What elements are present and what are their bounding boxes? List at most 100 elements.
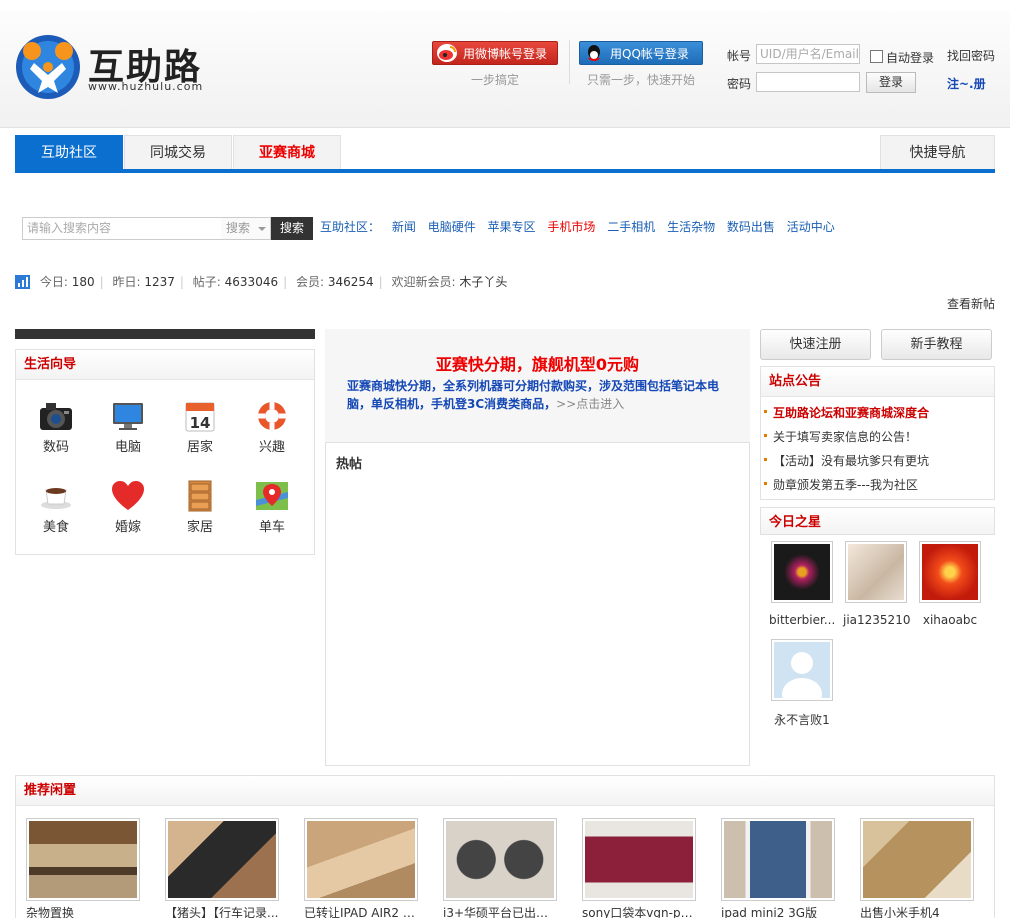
avatar[interactable]: [845, 541, 907, 603]
rec-item-image[interactable]: [165, 818, 279, 901]
main-nav: 互助社区 同城交易 亚赛商城 快捷导航: [15, 135, 995, 173]
rec-item-caption[interactable]: 出售小米手机4: [860, 904, 976, 918]
divider: [569, 40, 570, 84]
rec-item-image[interactable]: [860, 818, 974, 901]
account-input[interactable]: UID/用户名/Email: [756, 44, 860, 64]
weibo-login-button[interactable]: 用微博帐号登录: [432, 41, 558, 65]
star-of-day-title: 今日之星: [760, 507, 995, 535]
today-label: 今日:: [39, 275, 68, 289]
quick-link-misc[interactable]: 生活杂物: [667, 220, 715, 234]
category-hobby[interactable]: 兴趣: [242, 400, 302, 455]
category-furniture[interactable]: 家居: [170, 480, 230, 535]
nav-tab-local-trade[interactable]: 同城交易: [124, 135, 232, 169]
welcome-label: 欢迎新会员:: [391, 275, 456, 289]
register-link[interactable]: 注~.册: [947, 75, 986, 92]
avatar[interactable]: [919, 541, 981, 603]
star-user-name[interactable]: xihaoabc: [917, 613, 983, 627]
rec-item-image[interactable]: [443, 818, 557, 901]
category-wedding[interactable]: 婚嫁: [98, 480, 158, 535]
logo-url: www.huzhulu.com: [88, 80, 204, 93]
find-password-link[interactable]: 找回密码: [947, 47, 995, 64]
qq-login-label: 用QQ帐号登录: [610, 47, 689, 61]
notice-item[interactable]: 关于填写卖家信息的公告！: [763, 428, 917, 445]
star-user-name[interactable]: bitterbier...: [769, 613, 835, 627]
rec-item[interactable]: 【猪头】【行车记录...: [165, 818, 281, 918]
category-digital[interactable]: 数码: [26, 400, 86, 455]
star-user[interactable]: xihaoabc: [917, 541, 983, 627]
rec-item-caption[interactable]: 已转让IPAD AIR2 16...: [304, 904, 420, 918]
star-user[interactable]: 永不言败1: [769, 639, 835, 728]
notice-panel: 站点公告 互助路论坛和亚赛商城深度合 关于填写卖家信息的公告！ 【活动】没有最坑…: [760, 366, 995, 500]
rec-item[interactable]: 已转让IPAD AIR2 16...: [304, 818, 420, 918]
yesterday-count: 1237: [144, 275, 175, 289]
promo-banner[interactable]: 亚赛快分期，旗舰机型0元购 亚赛商城快分期，全系列机器可分期付款购买，涉及范围包…: [325, 329, 750, 442]
category-label: 兴趣: [258, 440, 285, 455]
notice-item[interactable]: 【活动】没有最坑爹只有更坑: [763, 452, 929, 469]
hot-posts-title: 热帖: [336, 457, 363, 472]
quick-nav-button[interactable]: 快捷导航: [880, 135, 995, 169]
rec-item[interactable]: sony口袋本vgn-p37j: [582, 818, 698, 918]
category-food[interactable]: 美食: [26, 480, 86, 535]
quick-register-button[interactable]: 快速注册: [760, 329, 871, 360]
category-label: 电脑: [114, 440, 141, 455]
logo-icon[interactable]: [14, 33, 82, 101]
rec-item[interactable]: 杂物置换: [26, 818, 142, 918]
cabinet-icon: [182, 480, 218, 512]
notice-item[interactable]: 互助路论坛和亚赛商城深度合: [763, 404, 929, 421]
forum-stats: 今日: 180 | 昨日: 1237 | 帖子: 4633046 | 会员: 3462…: [15, 273, 507, 290]
auto-login-checkbox[interactable]: [870, 50, 883, 63]
new-member-link[interactable]: 木子丫头: [459, 275, 507, 289]
category-home[interactable]: 14 居家: [170, 400, 230, 455]
rec-item[interactable]: ipad mini2 3G版: [721, 818, 837, 918]
promo-title[interactable]: 亚赛快分期，旗舰机型0元购: [325, 351, 750, 375]
password-input[interactable]: [756, 72, 860, 92]
life-guide-panel: 生活向导 数码 电脑 14 居家 兴趣 美食 婚嫁 家居 单车: [15, 349, 315, 555]
rec-item-image[interactable]: [304, 818, 418, 901]
weibo-login-label: 用微博帐号登录: [463, 47, 548, 61]
promo-more-link[interactable]: >>点击进入: [556, 397, 624, 411]
quick-link-digital-sale[interactable]: 数码出售: [727, 220, 775, 234]
rec-item-caption[interactable]: sony口袋本vgn-p37j: [582, 904, 698, 918]
hot-posts-panel: 热帖: [325, 442, 750, 766]
star-user[interactable]: jia1235210: [843, 541, 910, 627]
rec-item-caption[interactable]: 【猪头】【行车记录...: [165, 904, 281, 918]
rec-item-caption[interactable]: i3+华硕平台已出，...: [443, 904, 559, 918]
nav-tab-yasai-mall[interactable]: 亚赛商城: [233, 135, 341, 169]
avatar[interactable]: [771, 541, 833, 603]
coffee-icon: [38, 480, 74, 512]
rec-item-image[interactable]: [26, 818, 140, 901]
category-bike[interactable]: 单车: [242, 480, 302, 535]
tutorial-button[interactable]: 新手教程: [881, 329, 992, 360]
rec-item-image[interactable]: [721, 818, 835, 901]
notice-item[interactable]: 勋章颁发第五季---我为社区: [764, 476, 918, 493]
star-user[interactable]: bitterbier...: [769, 541, 835, 627]
quick-link-apple[interactable]: 苹果专区: [488, 220, 536, 234]
qq-login-button[interactable]: 用QQ帐号登录: [579, 41, 703, 65]
search-type-select[interactable]: 搜索: [221, 217, 271, 240]
rec-item[interactable]: i3+华硕平台已出，...: [443, 818, 559, 918]
today-count: 180: [71, 275, 95, 289]
quick-link-events[interactable]: 活动中心: [787, 220, 835, 234]
nav-tab-community[interactable]: 互助社区: [15, 135, 123, 169]
quick-link-news[interactable]: 新闻: [392, 220, 416, 234]
rec-item-image[interactable]: [582, 818, 696, 901]
star-user-name[interactable]: 永不言败1: [769, 711, 835, 728]
view-new-posts-link[interactable]: 查看新帖: [947, 295, 995, 312]
qq-hint: 只需一步，快速开始: [587, 73, 696, 87]
quick-link-phone-market[interactable]: 手机市场: [547, 220, 595, 234]
quick-link-hardware[interactable]: 电脑硬件: [428, 220, 476, 234]
rec-item[interactable]: 出售小米手机4: [860, 818, 976, 918]
star-user-name[interactable]: jia1235210: [843, 613, 910, 627]
search-type-label: 搜索: [226, 221, 251, 235]
search-button[interactable]: 搜索: [271, 217, 313, 240]
avatar[interactable]: [771, 639, 833, 701]
login-button[interactable]: 登录: [866, 72, 916, 93]
chart-icon: [15, 275, 30, 289]
rec-item-caption[interactable]: ipad mini2 3G版: [721, 904, 837, 918]
quick-link-used-camera[interactable]: 二手相机: [607, 220, 655, 234]
password-label: 密码: [727, 77, 752, 91]
rec-item-caption[interactable]: 杂物置换: [26, 904, 142, 918]
search-input[interactable]: 请输入搜索内容: [22, 217, 222, 240]
category-computer[interactable]: 电脑: [98, 400, 158, 455]
map-pin-icon: [254, 480, 290, 512]
